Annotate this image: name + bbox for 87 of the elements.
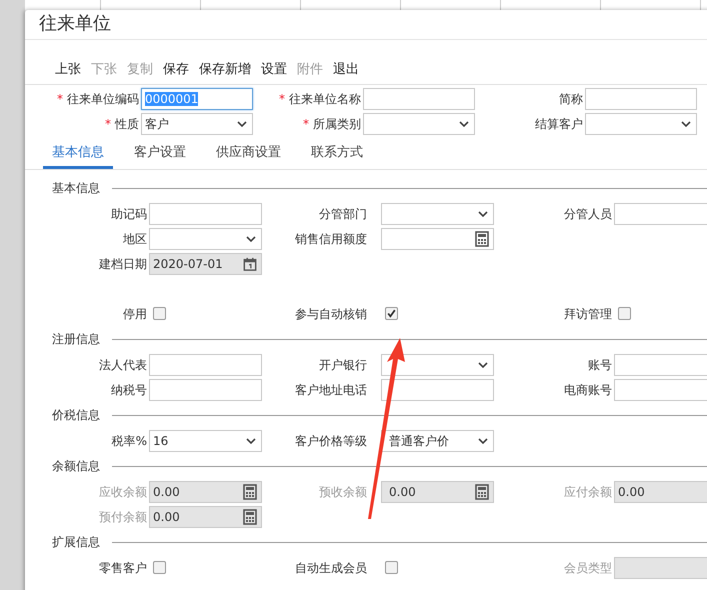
field-label: 结算客户 — [535, 116, 583, 130]
field-label: 拜访管理 — [563, 306, 612, 322]
dropdown-field[interactable] — [381, 203, 494, 225]
tab[interactable]: 客户设置 — [125, 141, 195, 169]
dropdown-field[interactable]: 普通客户价 — [381, 430, 494, 452]
field-label: 会员类型 — [563, 560, 612, 576]
toolbar-button[interactable]: 退出 — [333, 60, 359, 78]
checkbox[interactable] — [153, 307, 166, 320]
field-label: 停用 — [122, 306, 147, 322]
chevron-icon — [681, 121, 691, 127]
date-field[interactable]: 2020-07-01 — [149, 253, 262, 275]
field-label: 应收余额 — [98, 484, 147, 500]
input-field[interactable] — [149, 203, 262, 225]
field-label: 电商账号 — [563, 382, 612, 398]
field-label: 所属类别 — [313, 116, 361, 130]
input-field[interactable] — [381, 228, 494, 250]
section-title: 基本信息 — [52, 180, 100, 196]
required-mark: * — [105, 116, 111, 130]
dropdown-field[interactable] — [381, 354, 494, 376]
field-label: 预付余额 — [98, 508, 147, 526]
toolbar-button[interactable]: 保存 — [163, 60, 189, 78]
field-label: 应付余额 — [563, 484, 612, 500]
input-field[interactable] — [614, 203, 707, 225]
input-field[interactable] — [363, 88, 475, 110]
field-label: 分管人员 — [563, 206, 612, 222]
field-label: 开户银行 — [318, 356, 368, 374]
field-label: 简称 — [559, 92, 583, 106]
dropdown-field[interactable]: 客户 — [141, 113, 253, 135]
checkbox[interactable] — [618, 307, 631, 320]
field-label: 销售信用额度 — [294, 230, 368, 248]
input-field[interactable] — [381, 379, 494, 401]
field-label: 助记码 — [110, 206, 147, 222]
required-mark: * — [279, 92, 285, 106]
field-label: 税率% — [110, 432, 147, 450]
chevron-icon — [478, 362, 488, 368]
chevron-icon — [237, 121, 247, 127]
required-mark: * — [57, 92, 63, 106]
field-label: 零售客户 — [98, 560, 147, 576]
chevron-icon — [459, 121, 469, 127]
checkbox[interactable] — [385, 307, 398, 320]
section-title: 价税信息 — [52, 406, 100, 424]
checkbox[interactable] — [153, 561, 166, 574]
field-label: 自动生成会员 — [294, 560, 368, 576]
calculator-icon — [243, 484, 257, 500]
chevron-icon — [478, 438, 488, 444]
field-label: 账号 — [587, 356, 612, 374]
calculator-icon — [243, 509, 257, 525]
dropdown-field[interactable] — [363, 113, 475, 135]
field-label: 法人代表 — [98, 356, 147, 374]
field-label: 往来单位编码 — [67, 92, 139, 106]
window-title: 往来单位 — [25, 10, 707, 40]
tab[interactable]: 供应商设置 — [207, 141, 290, 169]
toolbar-button[interactable]: 上张 — [55, 60, 81, 78]
dropdown-field[interactable]: 16 — [149, 430, 262, 452]
toolbar-button[interactable]: 保存新增 — [199, 60, 251, 78]
field-label: 参与自动核销 — [294, 306, 368, 322]
section-title: 余额信息 — [52, 458, 100, 474]
dropdown-field[interactable] — [614, 557, 707, 579]
field-label: 纳税号 — [110, 382, 147, 398]
toolbar-button[interactable]: 设置 — [261, 60, 287, 78]
field-label: 建档日期 — [98, 256, 147, 272]
input-field[interactable] — [614, 354, 707, 376]
dropdown-field[interactable] — [585, 113, 697, 135]
tab[interactable]: 基本信息 — [43, 141, 113, 169]
required-mark: * — [303, 116, 309, 130]
chevron-icon — [478, 211, 488, 217]
dropdown-field[interactable] — [149, 228, 262, 250]
checkbox[interactable] — [385, 561, 398, 574]
chevron-icon — [246, 236, 256, 242]
field-label: 预收余额 — [318, 484, 368, 500]
input-field[interactable] — [149, 379, 262, 401]
input-field[interactable] — [585, 88, 697, 110]
input-field[interactable] — [614, 379, 707, 401]
chevron-icon — [246, 438, 256, 444]
input-field[interactable] — [149, 354, 262, 376]
field-label: 客户地址电话 — [294, 382, 368, 398]
calendar-icon — [243, 256, 257, 272]
field-label: 地区 — [122, 230, 147, 248]
section-title: 注册信息 — [52, 330, 100, 348]
field-label: 客户价格等级 — [294, 432, 368, 450]
field-label: 往来单位名称 — [289, 92, 361, 106]
section-title: 扩展信息 — [52, 534, 100, 550]
calculator-icon — [475, 484, 489, 500]
calculator-icon — [475, 231, 489, 247]
field-label: 分管部门 — [318, 206, 368, 222]
field-label: 性质 — [115, 116, 139, 130]
tab[interactable]: 联系方式 — [302, 141, 372, 169]
